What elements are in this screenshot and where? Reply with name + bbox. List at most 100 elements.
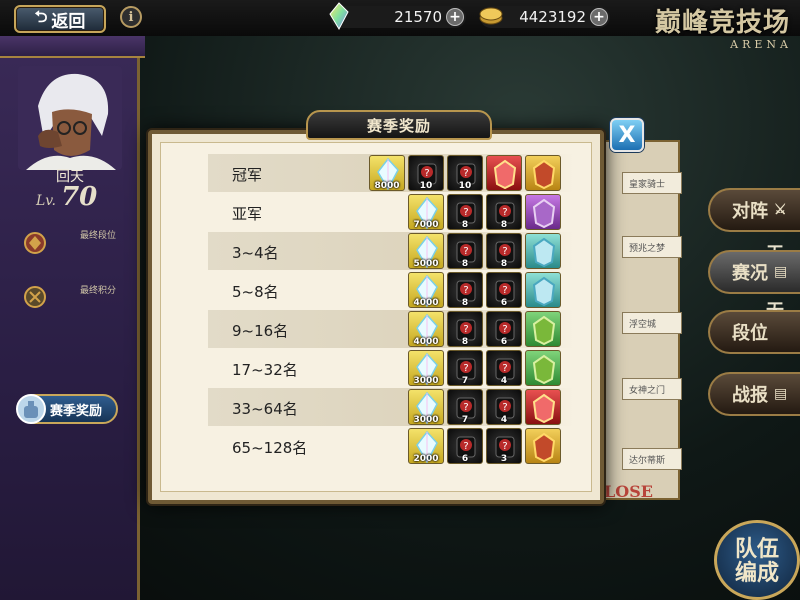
bracket-slot-label: 皇家骑士 (629, 179, 666, 190)
item-count: 4 (500, 415, 508, 425)
dark-mystery-icon[interactable]: ? 8 (447, 233, 483, 269)
dark-mystery-icon[interactable]: ? 4 (486, 389, 522, 425)
dark-mystery-icon[interactable]: ? 8 (447, 194, 483, 230)
reward-rank-label: 65~128名 (232, 439, 308, 457)
svg-text:?: ? (502, 207, 507, 218)
crystal-icon[interactable]: 2000 (408, 428, 444, 464)
dark-mystery-icon[interactable]: ? 7 (447, 350, 483, 386)
reward-rank-label: 冠军 (232, 166, 263, 184)
dark-mystery-icon[interactable]: ? 10 (408, 155, 444, 191)
sword-icon: ⚔ (774, 202, 787, 218)
crystal-icon[interactable]: 7000 (408, 194, 444, 230)
crystal-counter: 21570 + (329, 2, 466, 30)
reward-rank-label: 3~4名 (232, 244, 279, 262)
dark-mystery-icon[interactable]: ? 6 (486, 272, 522, 308)
item-count: 4000 (413, 337, 439, 347)
dark-mystery-icon[interactable]: ? 10 (447, 155, 483, 191)
dark-mystery-icon[interactable]: ? 8 (486, 233, 522, 269)
tab-matchup[interactable]: 对阵 ⚔ (708, 188, 800, 232)
dark-mystery-icon[interactable]: ? 4 (486, 350, 522, 386)
item-count: 8000 (374, 181, 400, 191)
green-emblem-icon[interactable] (525, 350, 561, 386)
item-count: 4 (500, 376, 508, 386)
rank-emblem-icon (24, 232, 46, 254)
dark-mystery-icon[interactable]: ? 3 (486, 428, 522, 464)
back-button[interactable]: ⮌ 返回 (14, 5, 106, 33)
info-button[interactable]: i (120, 6, 142, 28)
bracket-slot-label: 女神之门 (629, 385, 666, 396)
best-score-label: 最终积分 (80, 286, 117, 296)
item-count: 3000 (413, 376, 439, 386)
item-count: 8 (461, 220, 469, 230)
teal-emblem-icon[interactable] (525, 233, 561, 269)
green-emblem-icon[interactable] (525, 311, 561, 347)
report-icon: ▤ (774, 386, 788, 402)
item-count: 3000 (413, 415, 439, 425)
gold-coin-icon (479, 7, 503, 25)
bracket-slot: 女神之门 (622, 378, 682, 400)
teal-emblem-icon[interactable] (525, 272, 561, 308)
dialog-title-banner: 赛季奖励 (306, 110, 492, 140)
red-emblem-icon[interactable] (525, 389, 561, 425)
dark-mystery-icon[interactable]: ? 6 (486, 311, 522, 347)
reward-rank-label: 5~8名 (232, 283, 279, 301)
tab-label: 段位 (732, 323, 768, 344)
crystal-value: 21570 (394, 8, 442, 26)
reward-items: 4000? 8? 6 (408, 272, 561, 308)
reward-items: 3000? 7? 4 (408, 350, 561, 386)
gold-emblem-icon[interactable] (525, 155, 561, 191)
crystal-icon[interactable]: 3000 (408, 389, 444, 425)
purple-emblem-icon[interactable] (525, 194, 561, 230)
svg-text:?: ? (463, 324, 468, 335)
document-icon: ▤ (774, 264, 788, 280)
svg-text:?: ? (502, 441, 507, 452)
back-arrow-icon: ⮌ (34, 6, 48, 26)
svg-text:?: ? (502, 324, 507, 335)
dark-mystery-icon[interactable]: ? 8 (447, 272, 483, 308)
lose-label: LOSE (604, 482, 653, 501)
add-gold-button[interactable]: + (590, 8, 608, 26)
crystal-icon[interactable]: 3000 (408, 350, 444, 386)
close-button[interactable]: X (610, 118, 644, 152)
reward-items: 4000? 8? 6 (408, 311, 561, 347)
tab-battle-report[interactable]: 战报 ▤ (708, 372, 800, 416)
bracket-slot: 预兆之梦 (622, 236, 682, 258)
svg-text:?: ? (463, 207, 468, 218)
item-count: 6 (500, 337, 508, 347)
dark-mystery-icon[interactable]: ? 7 (447, 389, 483, 425)
reward-row: 33~64名 3000? 7? 4 (208, 388, 574, 426)
bracket-slot-label: 预兆之梦 (629, 243, 666, 254)
crystal-icon[interactable]: 8000 (369, 155, 405, 191)
item-count: 8 (461, 259, 469, 269)
add-crystal-button[interactable]: + (446, 8, 464, 26)
crystal-icon[interactable]: 5000 (408, 233, 444, 269)
bracket-slot: 浮空城 (622, 312, 682, 334)
crystal-icon[interactable]: 4000 (408, 272, 444, 308)
tab-label: 战报 (732, 385, 768, 406)
reward-rank-label: 亚军 (232, 205, 263, 223)
item-count: 10 (458, 181, 472, 191)
reward-row: 17~32名 3000? 7? 4 (208, 349, 574, 387)
item-count: 8 (500, 220, 508, 230)
reward-items: 5000? 8? 8 (408, 233, 561, 269)
dark-mystery-icon[interactable]: ? 8 (486, 194, 522, 230)
page-subtitle: ARENA (730, 38, 792, 51)
bracket-slot: 达尔蒂斯 (622, 448, 682, 470)
gold-emblem-icon[interactable] (525, 428, 561, 464)
dark-mystery-icon[interactable]: ? 8 (447, 311, 483, 347)
red-emblem-icon[interactable] (486, 155, 522, 191)
level-prefix: Lv. (36, 193, 56, 209)
tab-status[interactable]: 赛况 ▤ (708, 250, 800, 294)
reward-row: 亚军 7000? 8? 8 (208, 193, 574, 231)
team-formation-button[interactable]: 队伍 编成 (714, 520, 800, 600)
tab-rank[interactable]: 段位 (708, 310, 800, 354)
reward-items: 7000? 8? 8 (408, 194, 561, 230)
player-avatar (18, 66, 122, 170)
svg-text:?: ? (502, 285, 507, 296)
best-rank-label: 最终段位 (80, 231, 117, 241)
gold-value: 4423192 (519, 8, 586, 26)
dark-mystery-icon[interactable]: ? 6 (447, 428, 483, 464)
svg-text:?: ? (502, 363, 507, 374)
season-reward-button[interactable]: 赛季奖励 (16, 394, 118, 424)
crystal-icon[interactable]: 4000 (408, 311, 444, 347)
